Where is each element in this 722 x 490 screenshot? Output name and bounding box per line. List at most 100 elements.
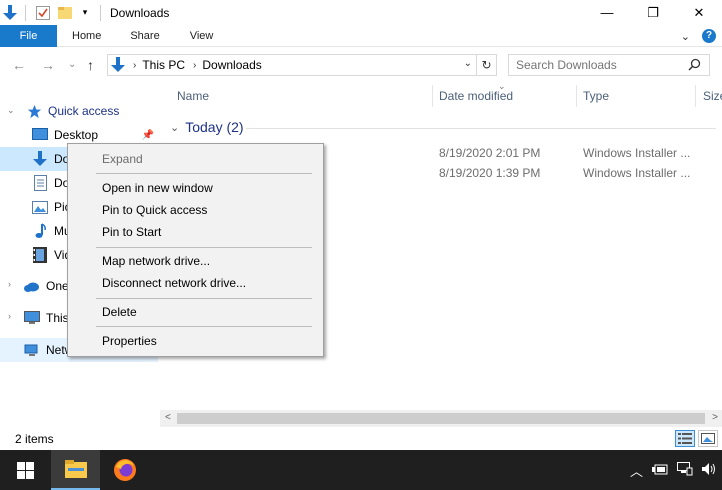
network-status-icon[interactable] bbox=[677, 461, 693, 479]
downloads-arrow-icon[interactable] bbox=[2, 4, 18, 21]
details-view-button[interactable] bbox=[675, 430, 695, 447]
videos-icon bbox=[32, 247, 48, 263]
column-header-date-modified[interactable]: Date modified bbox=[439, 89, 513, 103]
ribbon-right-controls: ⌄ ? bbox=[681, 25, 716, 47]
battery-icon[interactable] bbox=[652, 463, 668, 478]
window-title: Downloads bbox=[110, 5, 170, 20]
file-type: Windows Installer ... bbox=[583, 166, 691, 180]
menu-item-open-new-window[interactable]: Open in new window bbox=[68, 177, 323, 199]
search-icon[interactable] bbox=[688, 58, 701, 74]
downloads-icon bbox=[32, 151, 48, 167]
taskbar-file-explorer[interactable] bbox=[51, 450, 100, 490]
item-count: 2 items bbox=[15, 432, 54, 446]
pictures-icon bbox=[32, 199, 48, 215]
forward-button[interactable]: → bbox=[41, 57, 55, 73]
refresh-button[interactable]: ↻ bbox=[476, 55, 496, 75]
menu-item-pin-quick-access[interactable]: Pin to Quick access bbox=[68, 199, 323, 221]
context-menu: Expand Open in new window Pin to Quick a… bbox=[67, 143, 324, 357]
menu-item-properties[interactable]: Properties bbox=[68, 330, 323, 352]
scrollbar-thumb[interactable] bbox=[177, 413, 705, 424]
title-separator bbox=[100, 4, 101, 21]
menu-item-pin-start[interactable]: Pin to Start bbox=[68, 221, 323, 243]
menu-item-disconnect-network-drive[interactable]: Disconnect network drive... bbox=[68, 272, 323, 294]
show-hidden-icons-icon[interactable]: ︿ bbox=[630, 461, 643, 480]
tab-file[interactable]: File bbox=[0, 24, 57, 47]
file-date: 8/19/2020 2:01 PM bbox=[439, 146, 541, 160]
taskbar-firefox[interactable] bbox=[101, 450, 149, 490]
properties-check-icon[interactable] bbox=[35, 5, 51, 21]
column-header-name[interactable]: Name bbox=[177, 89, 209, 103]
recent-locations-button[interactable]: ⌄ bbox=[68, 59, 76, 70]
sidebar-item-quick-access[interactable]: Quick access bbox=[26, 99, 158, 123]
computer-icon bbox=[24, 310, 40, 326]
menu-item-map-network-drive[interactable]: Map network drive... bbox=[68, 250, 323, 272]
file-type: Windows Installer ... bbox=[583, 146, 691, 160]
back-button[interactable]: ← bbox=[12, 57, 26, 73]
breadcrumb-this-pc[interactable]: This PC bbox=[142, 58, 185, 72]
status-bar: 2 items bbox=[0, 428, 722, 450]
column-divider[interactable] bbox=[432, 85, 433, 107]
tab-home[interactable]: Home bbox=[57, 25, 115, 47]
tab-view[interactable]: View bbox=[175, 25, 229, 47]
file-date: 8/19/2020 1:39 PM bbox=[439, 166, 541, 180]
customize-toolbar-icon[interactable]: ▾ bbox=[77, 5, 93, 21]
sidebar-item-label: One bbox=[46, 279, 69, 293]
column-divider[interactable] bbox=[576, 85, 577, 107]
new-folder-icon[interactable] bbox=[57, 5, 73, 21]
sidebar-item-label: This bbox=[46, 311, 69, 325]
maximize-button[interactable]: ❐ bbox=[630, 0, 676, 25]
chevron-down-icon[interactable]: ⌄ bbox=[7, 105, 15, 116]
windows-logo-icon bbox=[16, 461, 34, 479]
breadcrumb-chevron-icon[interactable]: › bbox=[133, 60, 136, 71]
group-header-today[interactable]: ⌄ Today (2) bbox=[170, 119, 244, 135]
close-button[interactable]: ✕ bbox=[676, 0, 722, 25]
system-tray: ︿ bbox=[630, 450, 718, 490]
desktop-icon bbox=[32, 127, 48, 143]
breadcrumb-downloads[interactable]: Downloads bbox=[202, 58, 261, 72]
chevron-right-icon[interactable]: › bbox=[8, 279, 11, 289]
search-input[interactable] bbox=[516, 58, 676, 72]
chevron-right-icon[interactable]: › bbox=[8, 311, 11, 321]
scroll-left-icon[interactable]: < bbox=[165, 412, 171, 423]
menu-item-delete[interactable]: Delete bbox=[68, 301, 323, 323]
pin-icon[interactable]: 📌 bbox=[142, 130, 154, 141]
column-header-size[interactable]: Size bbox=[703, 89, 722, 103]
help-icon[interactable]: ? bbox=[702, 29, 716, 43]
tab-share[interactable]: Share bbox=[115, 25, 174, 47]
folder-icon bbox=[64, 460, 87, 478]
title-separator bbox=[25, 4, 26, 21]
address-bar[interactable]: › This PC › Downloads ⌄ ↻ bbox=[107, 54, 497, 76]
star-icon bbox=[26, 103, 42, 119]
group-label: Today (2) bbox=[185, 119, 244, 135]
start-button[interactable] bbox=[0, 450, 50, 490]
breadcrumb-chevron-icon[interactable]: › bbox=[193, 60, 196, 71]
sidebar-item-label: Desktop bbox=[54, 128, 99, 142]
menu-separator bbox=[96, 247, 312, 248]
column-divider[interactable] bbox=[695, 85, 696, 107]
taskbar: ︿ bbox=[0, 450, 722, 490]
firefox-icon bbox=[114, 459, 136, 481]
large-icons-view-button[interactable] bbox=[698, 430, 718, 447]
window-controls: — ❐ ✕ bbox=[584, 0, 722, 25]
network-icon bbox=[24, 342, 40, 358]
documents-icon bbox=[32, 175, 48, 191]
column-header-type[interactable]: Type bbox=[583, 89, 609, 103]
horizontal-scrollbar[interactable]: < > bbox=[160, 410, 722, 427]
search-box[interactable] bbox=[508, 54, 710, 76]
up-button[interactable]: ↑ bbox=[87, 57, 94, 73]
ribbon-tabs: File Home Share View ⌄ ? bbox=[0, 24, 722, 47]
menu-separator bbox=[96, 298, 312, 299]
minimize-button[interactable]: — bbox=[584, 0, 630, 25]
ribbon-collapse-icon[interactable]: ⌄ bbox=[681, 30, 690, 43]
address-dropdown-icon[interactable]: ⌄ bbox=[464, 58, 472, 69]
group-divider bbox=[246, 128, 716, 129]
view-toggle bbox=[675, 430, 718, 447]
menu-separator bbox=[96, 326, 312, 327]
group-collapse-icon[interactable]: ⌄ bbox=[170, 121, 179, 134]
menu-separator bbox=[96, 173, 312, 174]
music-icon bbox=[32, 223, 48, 239]
sidebar-item-label: Quick access bbox=[48, 104, 120, 118]
scroll-right-icon[interactable]: > bbox=[712, 412, 718, 423]
volume-icon[interactable] bbox=[702, 462, 718, 479]
title-bar: ▾ Downloads — ❐ ✕ bbox=[0, 0, 722, 25]
